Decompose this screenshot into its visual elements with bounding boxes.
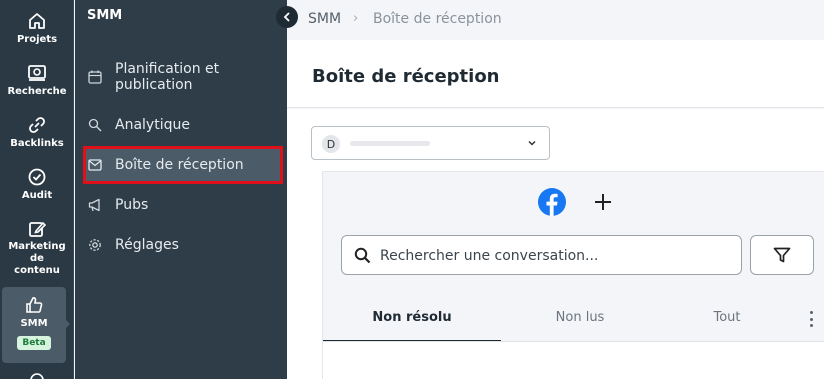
rail-item-recherche[interactable]: Recherche	[0, 63, 74, 98]
inbox-content: D Non résolu Non lus Tout	[287, 109, 824, 379]
help-icon	[30, 373, 44, 379]
beta-badge: Beta	[17, 336, 51, 350]
rail-label: Backlinks	[10, 138, 64, 149]
smm-submenu: SMM Planification et publication Analyti…	[75, 0, 287, 379]
more-options-icon[interactable]	[806, 309, 816, 329]
filter-icon	[773, 247, 791, 263]
icon-rail: Projets Recherche Backlinks Audit Market…	[0, 0, 74, 379]
conversation-tabs: Non résolu Non lus Tout	[323, 302, 824, 342]
tab-non-resolu[interactable]: Non résolu	[323, 302, 501, 342]
rail-item-more[interactable]	[0, 372, 74, 379]
rail-item-marketing-de-contenu[interactable]: Marketing de contenu	[0, 219, 74, 277]
rail-label: Recherche	[7, 86, 67, 97]
breadcrumb-separator-icon: ›	[353, 11, 359, 26]
thumbs-up-icon	[26, 297, 43, 313]
rail-label: Projets	[16, 34, 58, 45]
calendar-icon	[85, 70, 105, 84]
avatar: D	[322, 135, 340, 153]
tab-non-lus[interactable]: Non lus	[501, 302, 659, 342]
chevron-down-icon	[528, 140, 536, 146]
mail-icon	[85, 159, 105, 171]
breadcrumb: SMM › Boîte de réception	[287, 0, 824, 40]
active-indicator	[64, 318, 70, 330]
rail-item-backlinks[interactable]: Backlinks	[0, 115, 74, 150]
chevron-left-icon	[283, 12, 290, 22]
conversations-panel: Non résolu Non lus Tout	[322, 171, 824, 379]
submenu-item-label: Analytique	[115, 117, 190, 133]
submenu-item-boite-de-reception[interactable]: Boîte de réception	[83, 146, 283, 184]
rail-item-projets[interactable]: Projets	[0, 11, 74, 46]
tab-tout[interactable]: Tout	[659, 302, 795, 342]
rail-label: de	[30, 253, 44, 264]
facebook-icon[interactable]	[537, 187, 567, 217]
gear-icon	[85, 238, 105, 252]
submenu-item-label: Boîte de réception	[115, 157, 244, 173]
conversation-search	[341, 235, 742, 275]
filter-button[interactable]	[750, 235, 814, 275]
submenu-item-reglages[interactable]: Réglages	[85, 237, 281, 253]
rail-item-smm[interactable]: SMM Beta	[2, 287, 66, 363]
submenu-item-label: Planification et publication	[115, 61, 220, 93]
submenu-item-analytique[interactable]: Analytique	[85, 117, 281, 133]
analytics-icon	[85, 118, 105, 132]
submenu-title: SMM	[87, 8, 123, 23]
rail-item-audit[interactable]: Audit	[0, 167, 74, 202]
rail-label: SMM	[20, 318, 48, 329]
check-circle-icon	[28, 168, 46, 186]
megaphone-icon	[85, 198, 105, 212]
submenu-item-label: Pubs	[115, 197, 149, 213]
search-icon	[354, 247, 371, 264]
rail-label: contenu	[14, 265, 60, 276]
rail-label: Audit	[21, 190, 53, 201]
search-icon	[28, 65, 46, 81]
breadcrumb-item-current: Boîte de réception	[373, 11, 502, 27]
submenu-item-planification[interactable]: Planification et publication	[85, 61, 281, 93]
edit-icon	[29, 221, 47, 237]
account-name-redacted	[350, 141, 430, 146]
search-input[interactable]	[380, 245, 730, 267]
conversation-list	[323, 342, 824, 379]
rail-label: Marketing	[8, 241, 66, 252]
add-account-icon[interactable]	[593, 192, 613, 212]
collapse-sidebar-button[interactable]	[276, 6, 298, 28]
breadcrumb-item-smm[interactable]: SMM	[308, 11, 341, 27]
page-header: Boîte de réception	[287, 40, 824, 108]
submenu-item-pubs[interactable]: Pubs	[85, 197, 281, 213]
page-title: Boîte de réception	[312, 66, 500, 87]
link-icon	[29, 117, 45, 133]
home-icon	[29, 13, 45, 29]
account-select[interactable]: D	[311, 126, 550, 160]
submenu-item-label: Réglages	[115, 237, 179, 253]
